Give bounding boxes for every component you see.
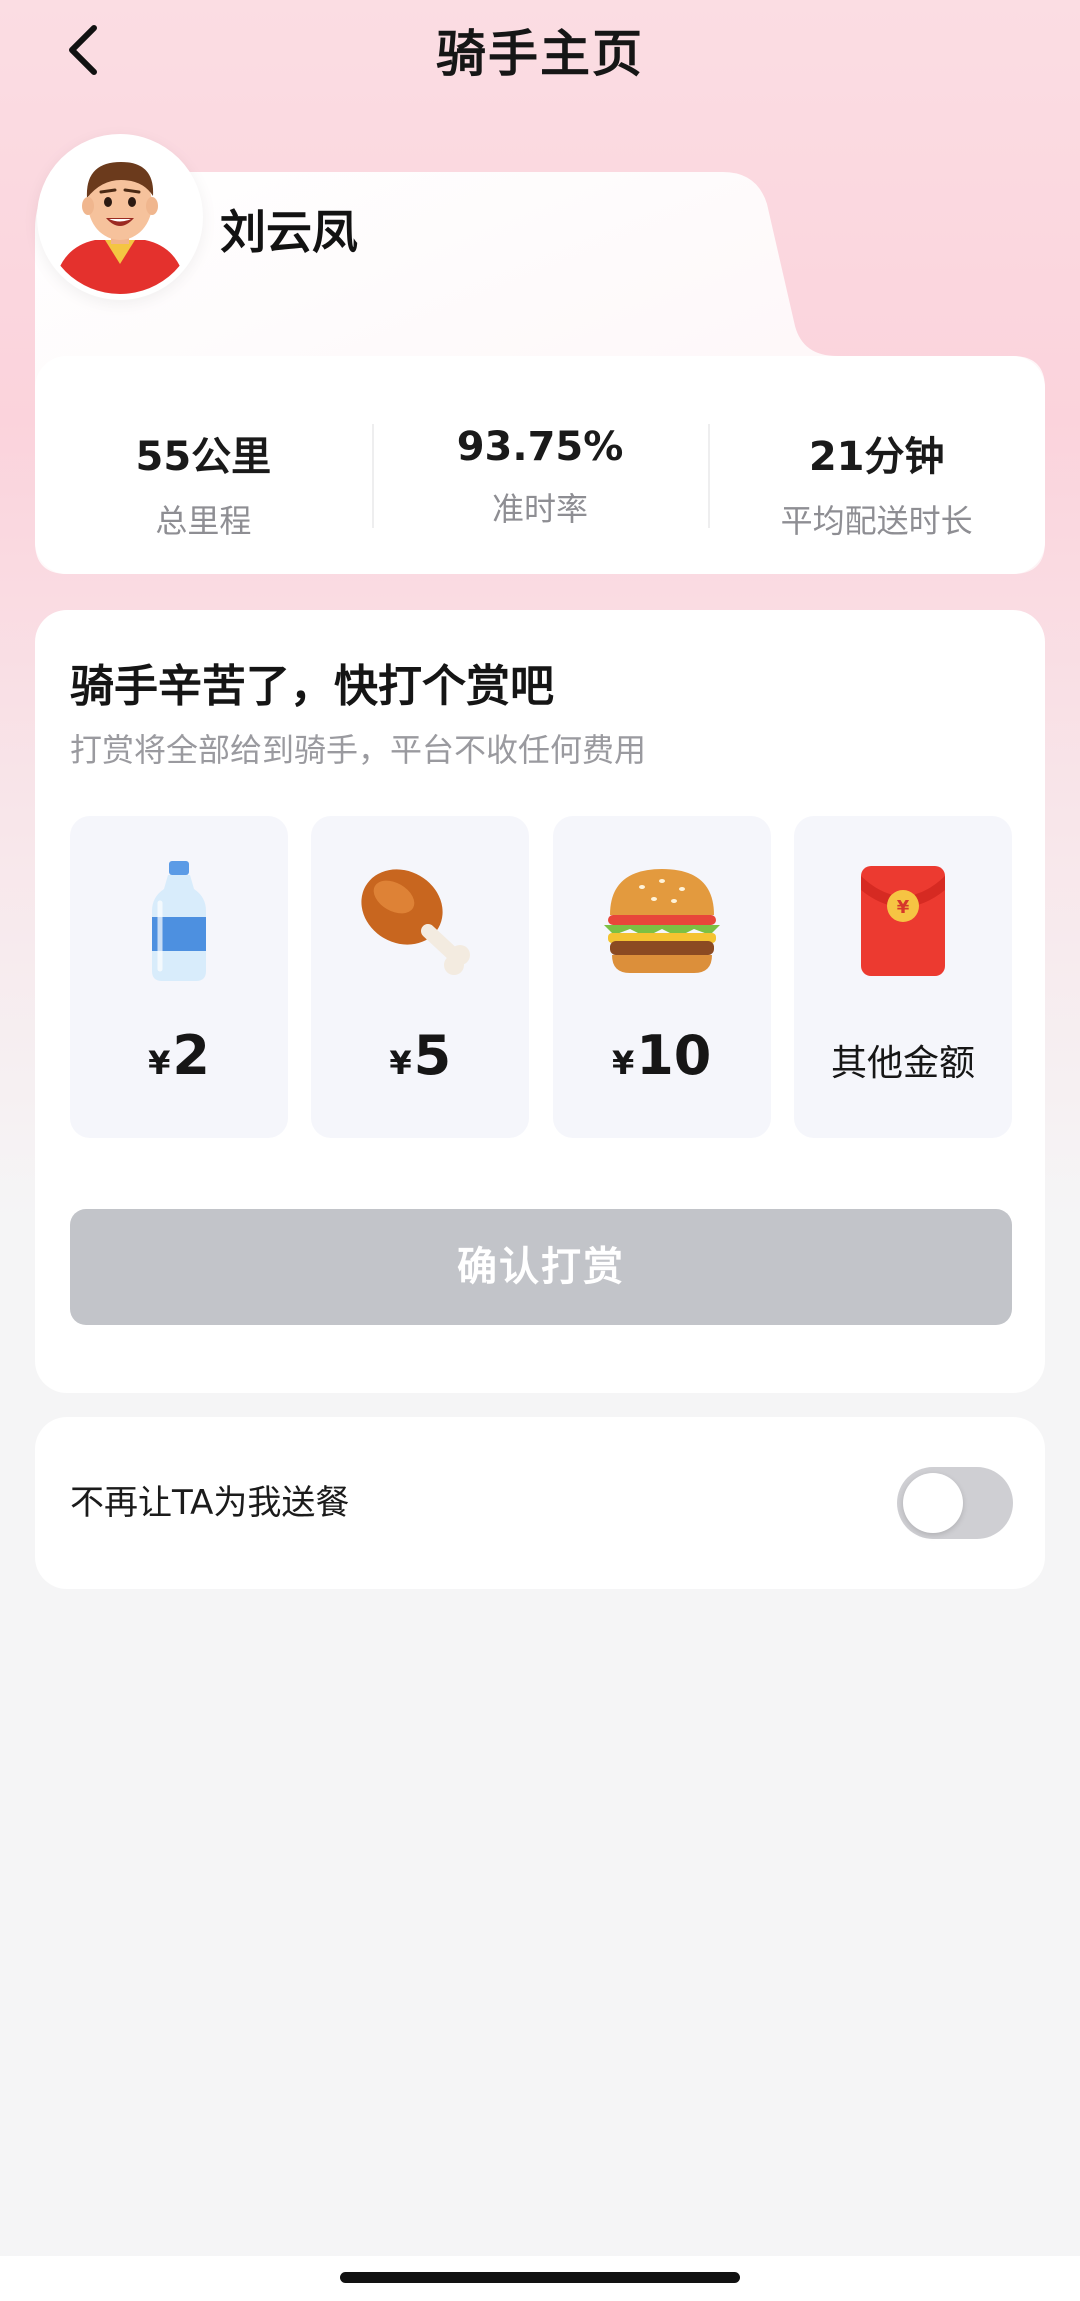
tip-options: ¥2 ¥5 ¥10 ¥ 其他金额 bbox=[70, 816, 1012, 1138]
tip-other-amount-label: 其他金额 bbox=[830, 1043, 975, 1084]
tip-amount: ¥10 bbox=[553, 1024, 771, 1087]
rider-name: 刘云凤 bbox=[220, 205, 358, 259]
red-envelope-icon: ¥ bbox=[860, 866, 945, 976]
stat-total-distance: 55公里 总里程 bbox=[35, 406, 372, 540]
tip-subtitle: 打赏将全部给到骑手，平台不收任何费用 bbox=[70, 731, 647, 769]
tip-option-10[interactable]: ¥10 bbox=[552, 816, 771, 1138]
tip-amount-value: 10 bbox=[636, 1024, 712, 1087]
stat-on-time-rate: 93.75% 准时率 bbox=[371, 406, 709, 528]
avatar bbox=[37, 134, 203, 300]
svg-text:¥: ¥ bbox=[897, 897, 910, 918]
stat-value: 21分钟 bbox=[808, 434, 945, 480]
rider-avatar-icon bbox=[43, 140, 197, 294]
currency-symbol: ¥ bbox=[389, 1044, 412, 1082]
tip-option-2[interactable]: ¥2 bbox=[70, 816, 288, 1138]
water-bottle-icon bbox=[152, 861, 206, 981]
tip-title: 骑手辛苦了，快打个赏吧 bbox=[70, 661, 554, 712]
tip-amount: ¥2 bbox=[70, 1024, 288, 1087]
rider-profile-page: 骑手主页 刘云凤 55公里 总里程 93.75% 准时率 21分钟 平均配送时长… bbox=[0, 0, 1080, 2301]
stat-label: 总里程 bbox=[155, 502, 252, 540]
block-rider-toggle[interactable] bbox=[897, 1467, 1013, 1539]
block-rider-label: 不再让TA为我送餐 bbox=[70, 1483, 350, 1523]
confirm-tip-button[interactable]: 确认打赏 bbox=[70, 1209, 1012, 1325]
burger-icon bbox=[603, 869, 720, 973]
currency-symbol: ¥ bbox=[611, 1044, 635, 1082]
rider-stats: 55公里 总里程 93.75% 准时率 21分钟 平均配送时长 bbox=[35, 406, 1045, 540]
stat-avg-delivery-time: 21分钟 平均配送时长 bbox=[708, 406, 1045, 540]
tip-amount: ¥5 bbox=[311, 1024, 529, 1087]
rider-profile-card: 刘云凤 55公里 总里程 93.75% 准时率 21分钟 平均配送时长 bbox=[35, 134, 1045, 574]
tip-amount-value: 2 bbox=[172, 1024, 210, 1087]
block-rider-card: 不再让TA为我送餐 bbox=[35, 1417, 1045, 1589]
tip-option-5[interactable]: ¥5 bbox=[311, 816, 530, 1138]
header: 骑手主页 bbox=[0, 0, 1080, 100]
toggle-knob bbox=[903, 1473, 963, 1533]
stat-value: 55公里 bbox=[135, 434, 272, 480]
tip-option-other[interactable]: ¥ 其他金额 bbox=[793, 816, 1012, 1138]
tip-card: 骑手辛苦了，快打个赏吧 打赏将全部给到骑手，平台不收任何费用 ¥2 ¥5 ¥10… bbox=[35, 610, 1045, 1393]
chicken-leg-icon bbox=[361, 869, 471, 975]
stat-value: 93.75% bbox=[456, 424, 624, 470]
home-indicator[interactable] bbox=[340, 2272, 740, 2283]
stat-label: 平均配送时长 bbox=[780, 502, 973, 540]
stat-label: 准时率 bbox=[492, 490, 589, 528]
tip-amount-value: 5 bbox=[413, 1024, 452, 1087]
page-title: 骑手主页 bbox=[436, 25, 644, 83]
currency-symbol: ¥ bbox=[148, 1044, 171, 1082]
